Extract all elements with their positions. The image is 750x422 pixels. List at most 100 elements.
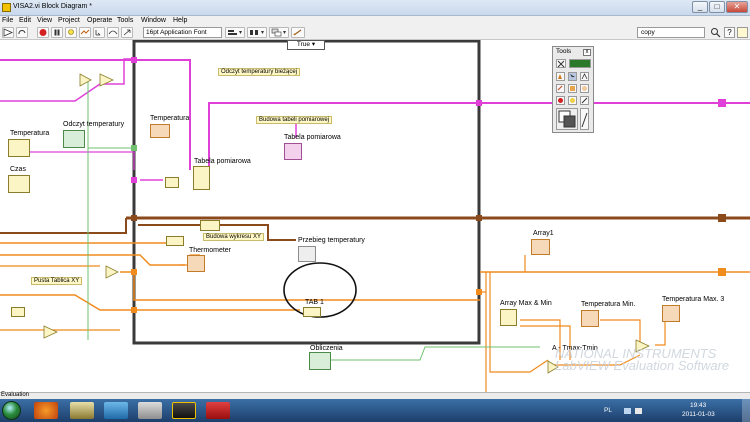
czas-control-terminal[interactable]: [8, 175, 30, 193]
menu-help[interactable]: Help: [173, 17, 187, 24]
auto-select-tool-icon[interactable]: [569, 59, 591, 68]
tabela-pomiarowa-node[interactable]: [193, 166, 210, 190]
clean-up-diagram-icon[interactable]: [291, 27, 305, 38]
shortcut-menu-tool-icon[interactable]: [568, 84, 577, 93]
firefox-icon[interactable]: [34, 402, 58, 419]
tools-palette[interactable]: Tools x: [552, 46, 594, 133]
obliczenia-terminal[interactable]: [309, 352, 331, 370]
tab1-node[interactable]: [303, 307, 321, 317]
tunnel[interactable]: [476, 215, 482, 221]
tunnel[interactable]: [131, 57, 137, 63]
orange-wire[interactable]: [0, 254, 185, 266]
network-icon[interactable]: [624, 408, 631, 414]
volume-icon[interactable]: [635, 408, 642, 414]
brown-wire[interactable]: [0, 218, 127, 234]
odczyt-temperatury-terminal[interactable]: [63, 130, 85, 148]
compare-function-icon[interactable]: [79, 73, 92, 87]
document-icon[interactable]: [138, 402, 162, 419]
step-out-icon[interactable]: [121, 27, 133, 38]
search-input[interactable]: copy: [637, 27, 705, 38]
pause-icon[interactable]: [51, 27, 63, 38]
labview-icon[interactable]: [172, 402, 196, 419]
clock-date[interactable]: 2011-01-03: [682, 411, 715, 418]
step-over-icon[interactable]: [107, 27, 119, 38]
menu-file[interactable]: File: [2, 17, 13, 24]
set-color-tool-icon[interactable]: [556, 108, 578, 130]
text-tool-icon[interactable]: [580, 72, 589, 81]
tabela-pomiarowa-indicator[interactable]: [284, 143, 302, 160]
tunnel[interactable]: [476, 100, 482, 106]
array1-indicator[interactable]: [531, 239, 550, 255]
maximize-button[interactable]: □: [709, 1, 725, 13]
language-indicator[interactable]: PL: [604, 407, 612, 414]
color-copy-tool-icon[interactable]: [580, 108, 589, 130]
pink-wire[interactable]: [28, 151, 135, 170]
orange-wire[interactable]: [120, 271, 480, 301]
tunnel[interactable]: [131, 307, 137, 313]
media-player-icon[interactable]: [70, 402, 94, 419]
font-selector[interactable]: 16pt Application Font: [143, 27, 222, 38]
tunnel[interactable]: [476, 289, 482, 295]
retain-wire-values-icon[interactable]: [79, 27, 91, 38]
run-continuously-icon[interactable]: [16, 27, 28, 38]
menu-tools[interactable]: Tools: [117, 17, 133, 24]
abort-icon[interactable]: [37, 27, 49, 38]
align-objects-icon[interactable]: [225, 27, 245, 38]
array-node[interactable]: [11, 307, 25, 317]
tunnel[interactable]: [131, 269, 137, 275]
block-diagram-canvas[interactable]: True ▾ Odczyt temperatury bieżącej Budow…: [0, 40, 750, 392]
run-arrow-icon[interactable]: [2, 27, 14, 38]
compare-function-icon[interactable]: [105, 265, 119, 279]
menu-operate[interactable]: Operate: [87, 17, 112, 24]
menu-view[interactable]: View: [37, 17, 52, 24]
pdf-reader-icon[interactable]: [206, 402, 230, 419]
bundle-node[interactable]: [200, 220, 220, 231]
terminal-arrow[interactable]: [718, 268, 726, 276]
case-selector[interactable]: True ▾: [287, 40, 325, 50]
help-button[interactable]: ?: [724, 27, 735, 38]
green-wire[interactable]: [330, 346, 540, 361]
orange-wire[interactable]: [0, 294, 300, 311]
paint-icon[interactable]: [104, 402, 128, 419]
distribute-objects-icon[interactable]: [247, 27, 267, 38]
temp-min-indicator[interactable]: [581, 310, 599, 327]
orange-wire[interactable]: [489, 272, 549, 373]
close-button[interactable]: ✕: [726, 1, 748, 13]
array-maxmin-node[interactable]: [500, 309, 517, 326]
clock-time[interactable]: 19:43: [690, 402, 706, 409]
menu-window[interactable]: Window: [141, 17, 166, 24]
terminal-arrow[interactable]: [718, 214, 726, 222]
build-xy-node[interactable]: [166, 236, 184, 246]
scroll-tool-icon[interactable]: [580, 84, 589, 93]
start-button-icon[interactable]: [2, 401, 21, 420]
tunnel[interactable]: [131, 177, 137, 183]
breakpoint-tool-icon[interactable]: [556, 96, 565, 105]
probe-tool-icon[interactable]: [568, 96, 577, 105]
auto-tool-icon[interactable]: [556, 59, 566, 68]
reorder-icon[interactable]: [269, 27, 289, 38]
tunnel[interactable]: [131, 145, 137, 151]
menu-edit[interactable]: Edit: [19, 17, 31, 24]
case-structure-border[interactable]: [132, 40, 481, 345]
orange-wire[interactable]: [655, 320, 666, 346]
highlight-execution-icon[interactable]: [65, 27, 77, 38]
operate-tool-icon[interactable]: [556, 72, 565, 81]
temp-max-indicator[interactable]: [662, 305, 680, 322]
build-array-node[interactable]: [165, 177, 179, 188]
thermometer-indicator[interactable]: [187, 255, 205, 272]
menu-project[interactable]: Project: [58, 17, 80, 24]
search-icon[interactable]: [710, 27, 721, 38]
temperatura-control-terminal[interactable]: [8, 139, 30, 157]
compare-function-icon[interactable]: [43, 325, 58, 339]
wire-tool-icon[interactable]: [556, 84, 565, 93]
position-tool-icon[interactable]: [568, 72, 577, 81]
terminal-arrow[interactable]: [718, 99, 726, 107]
minimize-button[interactable]: _: [692, 1, 708, 13]
temperatura-indicator-terminal[interactable]: [150, 124, 170, 138]
step-into-icon[interactable]: [93, 27, 105, 38]
tools-close-button[interactable]: x: [583, 49, 591, 56]
get-color-tool-icon[interactable]: [580, 96, 589, 105]
przebieg-temperatury-graph[interactable]: [298, 246, 316, 262]
tunnel[interactable]: [131, 215, 137, 221]
show-desktop-button[interactable]: [742, 399, 750, 422]
